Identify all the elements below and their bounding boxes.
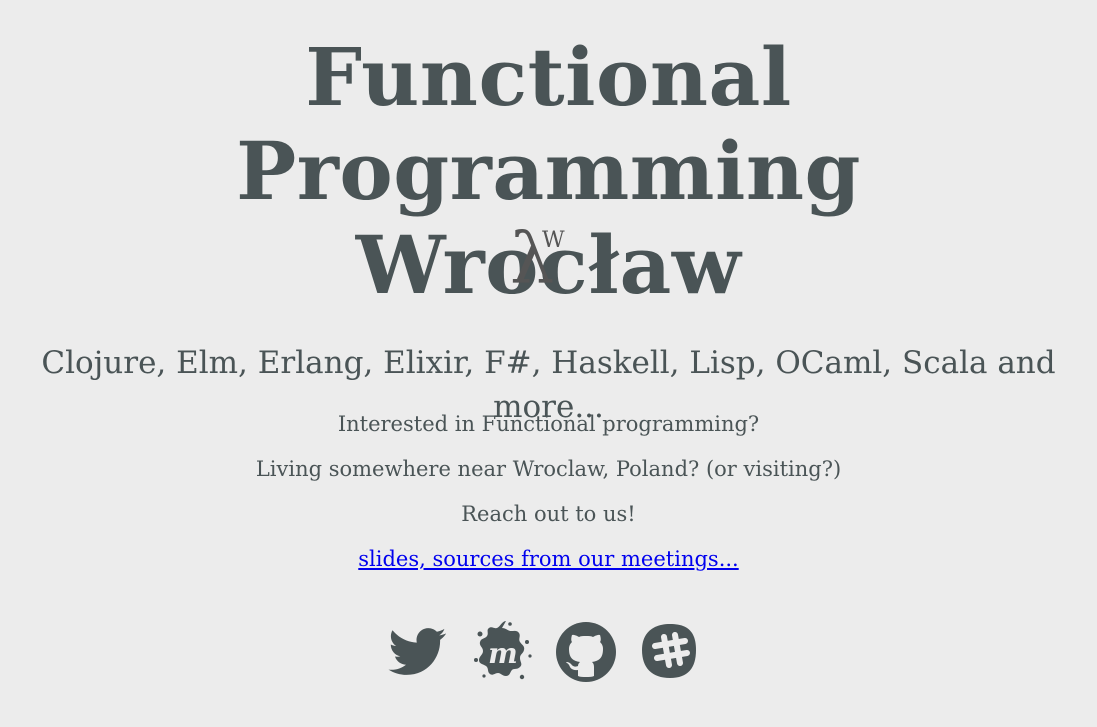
meetup-icon: m bbox=[474, 621, 532, 680]
slides-paragraph: slides, sources from our meetings... bbox=[0, 544, 1097, 574]
github-link[interactable] bbox=[554, 620, 618, 684]
logo-superscript: W bbox=[542, 228, 565, 253]
svg-text:m: m bbox=[488, 637, 518, 670]
github-icon bbox=[556, 622, 616, 682]
slack-link[interactable] bbox=[638, 620, 702, 684]
slides-link[interactable]: slides, sources from our meetings... bbox=[358, 547, 738, 571]
intro-line-3: Reach out to us! bbox=[461, 502, 636, 526]
intro-line-1: Interested in Functional programming? bbox=[337, 412, 760, 436]
social-links: m bbox=[0, 620, 1097, 684]
title-line-1: Functional Programming bbox=[236, 30, 861, 218]
intro-line-2: Living somewhere near Wroclaw, Poland? (… bbox=[255, 457, 842, 481]
slack-icon bbox=[642, 624, 696, 678]
meetup-link[interactable]: m bbox=[470, 620, 534, 684]
twitter-icon bbox=[388, 628, 446, 675]
lambda-w-logo: λ W bbox=[506, 224, 576, 296]
twitter-link[interactable] bbox=[385, 620, 449, 684]
